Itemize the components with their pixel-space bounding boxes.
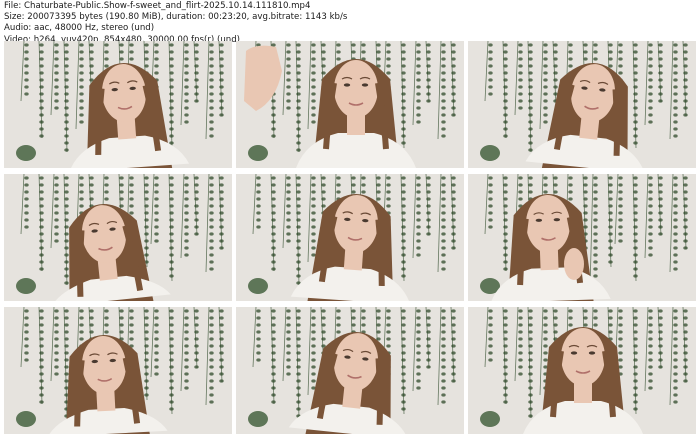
video-frame-thumbnail — [468, 41, 696, 168]
video-frame-thumbnail — [468, 174, 696, 301]
video-frame-thumbnail — [236, 41, 464, 168]
video-frame-thumbnail — [468, 307, 696, 434]
file-name-line: File: Chaturbate-Public.Show-f-sweet_and… — [4, 1, 311, 11]
video-frame-thumbnail — [236, 174, 464, 301]
thumbnail-grid — [4, 41, 696, 434]
file-size-line: Size: 200073395 bytes (190.80 MiB), dura… — [4, 12, 348, 23]
audio-info-line: Audio: aac, 48000 Hz, stereo (und) — [4, 23, 155, 34]
video-frame-thumbnail — [4, 174, 232, 301]
video-frame-thumbnail — [4, 307, 232, 434]
video-frame-thumbnail — [4, 41, 232, 168]
video-frame-thumbnail — [236, 307, 464, 434]
video-info-header: File: Chaturbate-Public.Show-f-sweet_and… — [4, 1, 347, 46]
